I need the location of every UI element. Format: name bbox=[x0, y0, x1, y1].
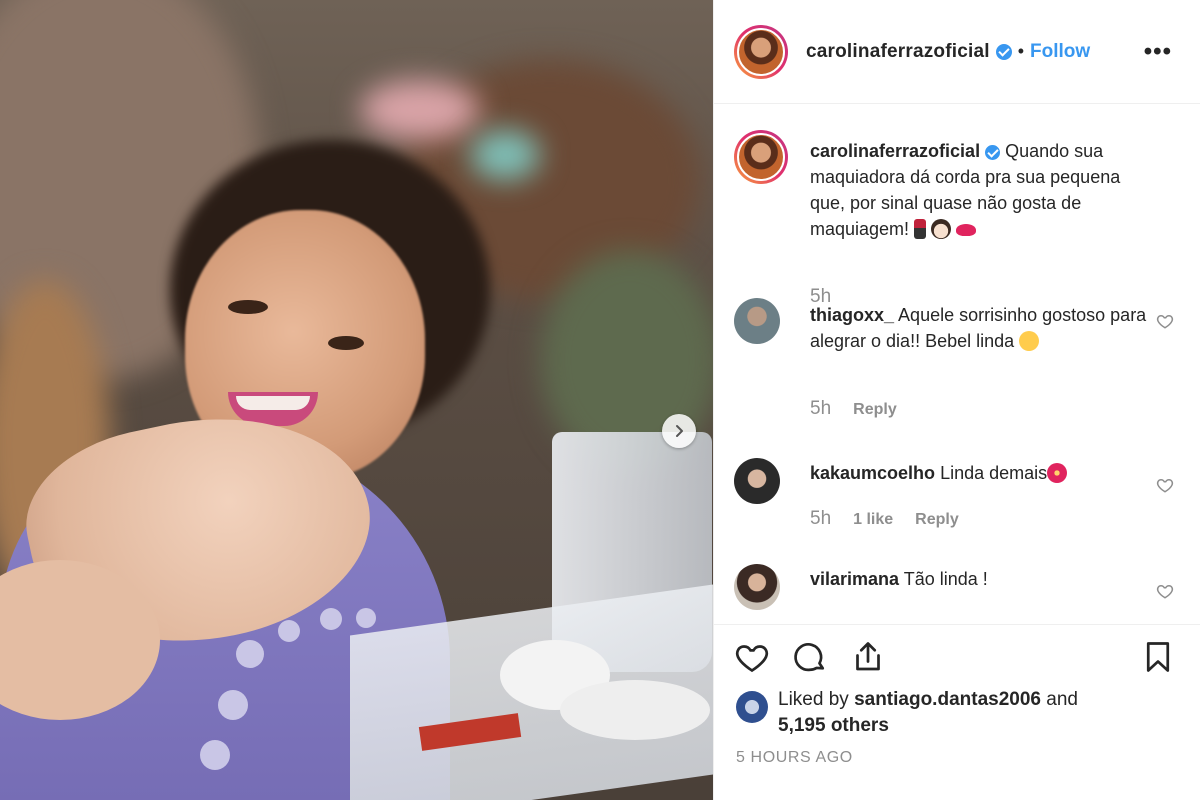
next-photo-button[interactable] bbox=[662, 414, 696, 448]
hibiscus-emoji-icon bbox=[1047, 463, 1068, 483]
comment-text-block: thiagoxx_ Aquele sorrisinho gostoso para… bbox=[810, 302, 1150, 354]
share-upload-icon[interactable] bbox=[850, 639, 886, 675]
comment-text: Tão linda ! bbox=[903, 569, 988, 589]
like-comment-heart-icon[interactable] bbox=[1156, 312, 1174, 330]
comment-time[interactable]: 5h bbox=[810, 398, 831, 420]
comment-meta: 5h Reply bbox=[810, 398, 897, 420]
liker-avatar[interactable] bbox=[736, 691, 768, 723]
commenter-avatar[interactable] bbox=[734, 298, 780, 344]
caption-username[interactable]: carolinaferrazoficial bbox=[810, 141, 980, 161]
liked-by-user[interactable]: santiago.dantas2006 bbox=[854, 689, 1041, 710]
like-comment-heart-icon[interactable] bbox=[1156, 476, 1174, 494]
caption-text-block: carolinaferrazoficial Quando sua maquiad… bbox=[810, 138, 1150, 242]
post-actions: Liked by santiago.dantas2006 and 5,195 o… bbox=[714, 624, 1200, 801]
post-timestamp[interactable]: 5 HOURS AGO bbox=[736, 749, 853, 767]
reply-button[interactable]: Reply bbox=[853, 401, 897, 419]
comment-time[interactable]: 5h bbox=[810, 508, 831, 530]
more-options-icon[interactable]: ••• bbox=[1144, 38, 1172, 66]
bookmark-icon[interactable] bbox=[1140, 639, 1176, 675]
liked-by-and: and bbox=[1046, 689, 1078, 710]
commenter-avatar[interactable] bbox=[734, 564, 780, 610]
comment-likes[interactable]: 1 like bbox=[853, 511, 893, 529]
comment-username[interactable]: vilarimana bbox=[810, 569, 899, 589]
comment-text-block: vilarimana Tão linda ! bbox=[810, 566, 1150, 592]
girl-emoji-icon bbox=[931, 219, 952, 239]
author-avatar[interactable] bbox=[734, 24, 788, 79]
verified-badge-icon bbox=[995, 43, 1012, 60]
comment-username[interactable]: kakaumcoelho bbox=[810, 463, 935, 483]
comment-text-block: kakaumcoelho Linda demais bbox=[810, 460, 1150, 486]
post-sidebar: carolinaferrazoficial • Follow ••• carol… bbox=[713, 0, 1200, 800]
comment-bubble-icon[interactable] bbox=[792, 639, 828, 675]
post-photo[interactable] bbox=[0, 0, 713, 800]
kiss-mark-emoji-icon bbox=[956, 224, 977, 236]
chevron-right-icon bbox=[676, 425, 683, 437]
verified-badge-icon bbox=[985, 144, 1001, 160]
like-heart-icon[interactable] bbox=[734, 639, 770, 675]
liked-by-others[interactable]: 5,195 others bbox=[778, 715, 889, 736]
comment-username[interactable]: thiagoxx_ bbox=[810, 305, 894, 325]
liked-by-prefix: Liked by bbox=[778, 689, 849, 710]
comment-text: Linda demais bbox=[940, 463, 1048, 483]
lipstick-emoji-icon bbox=[914, 219, 927, 239]
instagram-post: carolinaferrazoficial • Follow ••• carol… bbox=[0, 0, 1200, 800]
separator-dot: • bbox=[1017, 41, 1025, 61]
caption-avatar[interactable] bbox=[734, 130, 788, 184]
liked-by: Liked by santiago.dantas2006 and 5,195 o… bbox=[778, 687, 1078, 739]
author-username[interactable]: carolinaferrazoficial bbox=[806, 41, 990, 63]
comments-list[interactable]: carolinaferrazoficial Quando sua maquiad… bbox=[714, 104, 1200, 624]
comment-meta: 5h 1 like Reply bbox=[810, 508, 959, 530]
commenter-avatar[interactable] bbox=[734, 458, 780, 504]
like-comment-heart-icon[interactable] bbox=[1156, 582, 1174, 600]
post-header: carolinaferrazoficial • Follow ••• bbox=[714, 0, 1200, 104]
heart-eyes-emoji-icon bbox=[1019, 331, 1040, 351]
follow-button[interactable]: Follow bbox=[1030, 41, 1090, 63]
reply-button[interactable]: Reply bbox=[915, 511, 959, 529]
